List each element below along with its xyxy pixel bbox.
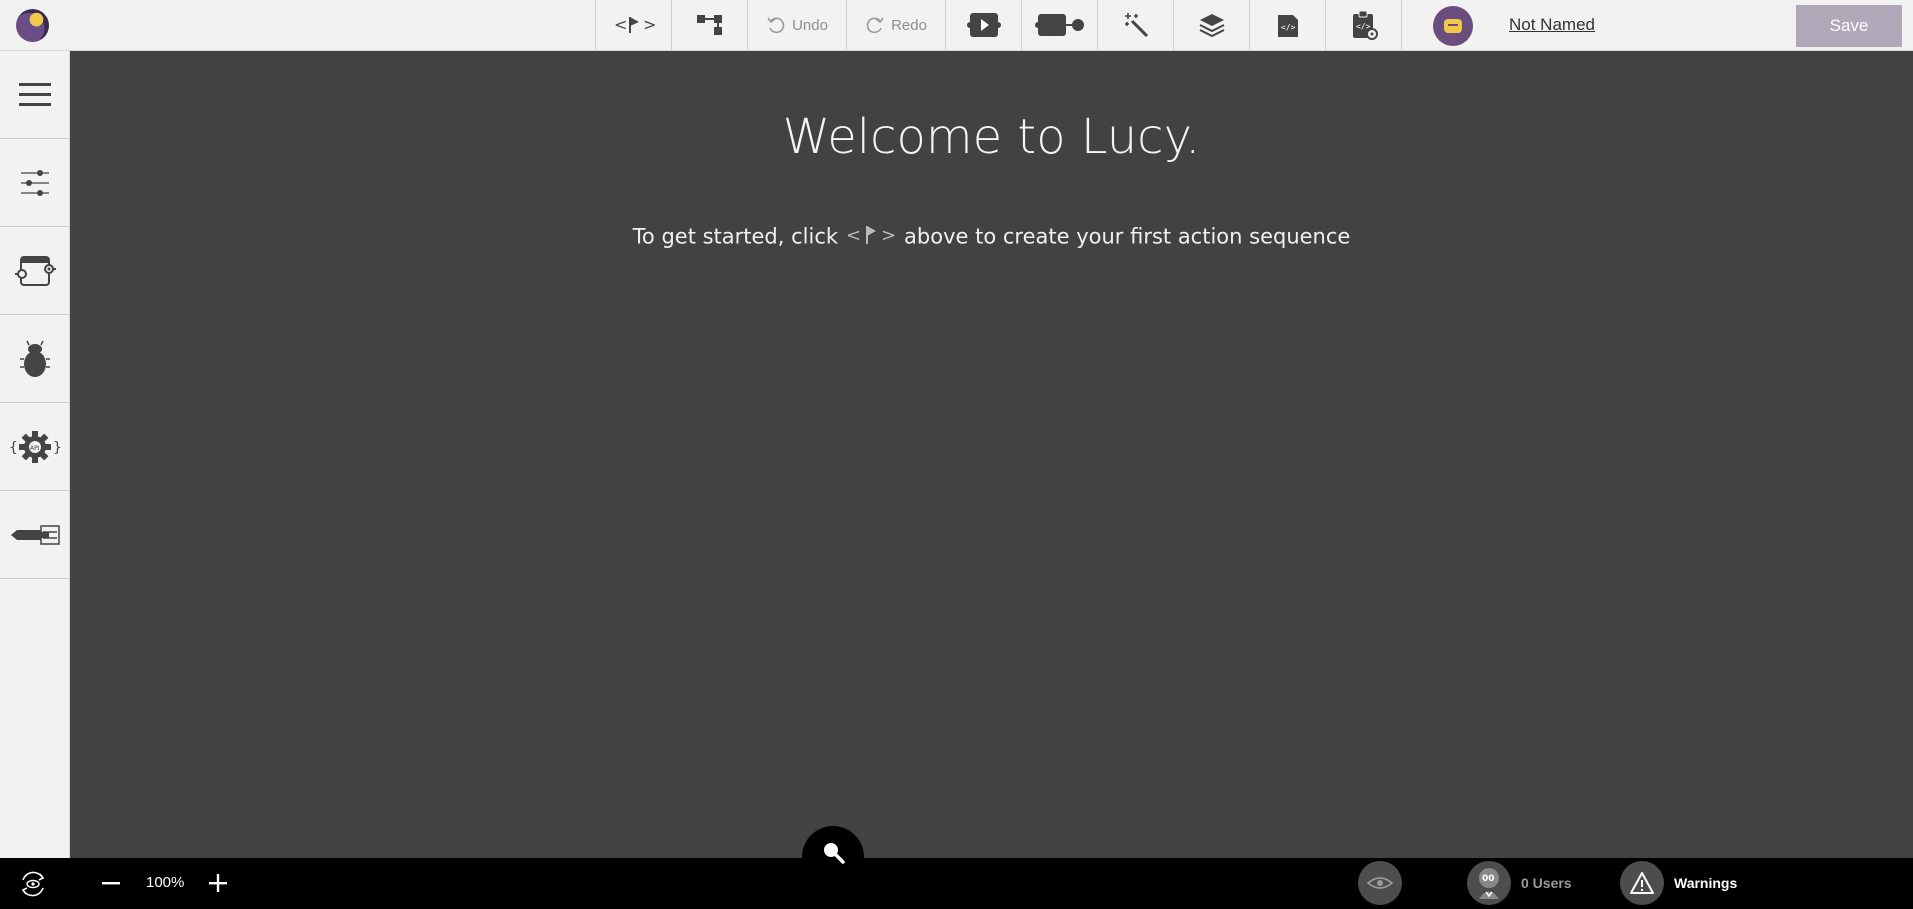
undo-label: Undo bbox=[792, 16, 828, 34]
sidebar-item-menu[interactable] bbox=[0, 51, 69, 139]
svg-text:API: API bbox=[30, 445, 40, 452]
users-indicator[interactable]: 00 0 Users bbox=[1467, 861, 1572, 905]
svg-text:</>: </> bbox=[1281, 23, 1296, 32]
connector-button[interactable] bbox=[1021, 0, 1097, 50]
marker-icon bbox=[10, 524, 60, 545]
sidebar-item-settings[interactable] bbox=[0, 139, 69, 227]
svg-text:<: < bbox=[846, 225, 861, 246]
redo-icon bbox=[866, 17, 884, 34]
preview-button[interactable] bbox=[1358, 861, 1402, 905]
toolbar-divider bbox=[1401, 0, 1402, 50]
sidebar-item-marker[interactable] bbox=[0, 491, 69, 579]
undo-button[interactable]: Undo bbox=[747, 0, 846, 50]
svg-text:<: < bbox=[614, 15, 627, 34]
welcome-title: Welcome to Lucy. bbox=[782, 109, 1201, 165]
player-icon bbox=[966, 13, 1001, 37]
magic-wand-icon bbox=[1124, 13, 1148, 38]
save-button[interactable]: Save bbox=[1796, 5, 1902, 47]
code-page-icon: </> bbox=[1277, 15, 1298, 37]
getting-started-instructions: To get started, click < > above to creat… bbox=[70, 223, 1913, 252]
svg-text:}: } bbox=[53, 440, 62, 456]
sidebar-item-debug[interactable] bbox=[0, 315, 69, 403]
sync-eye-icon bbox=[21, 871, 45, 897]
action-sequence-inline-icon: < > bbox=[846, 223, 896, 252]
users-count-label: 0 Users bbox=[1521, 875, 1572, 891]
redo-button[interactable]: Redo bbox=[846, 0, 945, 50]
warnings-button[interactable]: Warnings bbox=[1620, 861, 1737, 905]
code-clipboard-button[interactable]: </> bbox=[1325, 0, 1401, 50]
toolbar: < > Undo Redo </> </> bbox=[595, 0, 1402, 50]
minus-icon bbox=[102, 882, 120, 885]
action-sequence-icon: < > bbox=[614, 15, 656, 34]
svg-text:00: 00 bbox=[1482, 874, 1495, 884]
undo-icon bbox=[767, 17, 785, 34]
sidebar: { } API bbox=[0, 51, 70, 858]
sidebar-item-api[interactable]: { } API bbox=[0, 403, 69, 491]
code-clipboard-icon: </> bbox=[1352, 10, 1378, 40]
user-count-icon: 00 bbox=[1479, 868, 1499, 899]
flowchart-button[interactable] bbox=[671, 0, 747, 50]
bottom-bar: 100% 00 0 Users Warnings bbox=[0, 858, 1913, 909]
svg-text:>: > bbox=[643, 15, 656, 34]
connector-icon bbox=[1034, 14, 1084, 36]
sliders-icon bbox=[20, 169, 49, 196]
code-page-button[interactable]: </> bbox=[1249, 0, 1325, 50]
user-avatar-icon bbox=[1444, 19, 1462, 33]
preview-circle[interactable] bbox=[1358, 861, 1402, 905]
module-icon bbox=[14, 255, 56, 286]
top-bar: < > Undo Redo </> </> Not Named Save bbox=[0, 0, 1913, 51]
hamburger-menu-icon bbox=[18, 82, 51, 106]
api-gear-icon: { } API bbox=[9, 430, 62, 463]
svg-text:{: { bbox=[9, 440, 18, 456]
zoom-level-value: 100% bbox=[146, 874, 185, 891]
instructions-text-after: above to create your first action sequen… bbox=[904, 224, 1351, 249]
users-circle: 00 bbox=[1467, 861, 1511, 905]
plus-icon bbox=[209, 874, 227, 892]
layers-icon bbox=[1199, 14, 1224, 38]
zoom-in-button[interactable] bbox=[208, 873, 228, 893]
warnings-label: Warnings bbox=[1674, 875, 1738, 891]
redo-label: Redo bbox=[891, 16, 927, 34]
magic-wand-button[interactable] bbox=[1097, 0, 1173, 50]
lucy-logo-icon[interactable] bbox=[16, 9, 49, 42]
flowchart-icon bbox=[696, 15, 722, 35]
eye-icon bbox=[1366, 877, 1394, 889]
action-sequence-button[interactable]: < > bbox=[595, 0, 671, 50]
avatar[interactable] bbox=[1433, 6, 1473, 46]
sidebar-item-modules[interactable] bbox=[0, 227, 69, 315]
instructions-text-before: To get started, click bbox=[632, 224, 839, 249]
zoom-level: 100% bbox=[146, 874, 184, 891]
warnings-circle bbox=[1620, 861, 1664, 905]
search-button[interactable] bbox=[802, 826, 864, 888]
layers-button[interactable] bbox=[1173, 0, 1249, 50]
sync-view-button[interactable] bbox=[18, 870, 48, 898]
warning-icon bbox=[1630, 872, 1654, 894]
bug-icon bbox=[19, 340, 50, 377]
canvas[interactable]: Welcome to Lucy. To get started, click <… bbox=[70, 51, 1913, 858]
player-button[interactable] bbox=[945, 0, 1021, 50]
svg-text:>: > bbox=[881, 225, 896, 246]
zoom-out-button[interactable] bbox=[101, 873, 121, 893]
project-name-link[interactable]: Not Named bbox=[1509, 15, 1595, 35]
search-icon bbox=[824, 843, 845, 864]
